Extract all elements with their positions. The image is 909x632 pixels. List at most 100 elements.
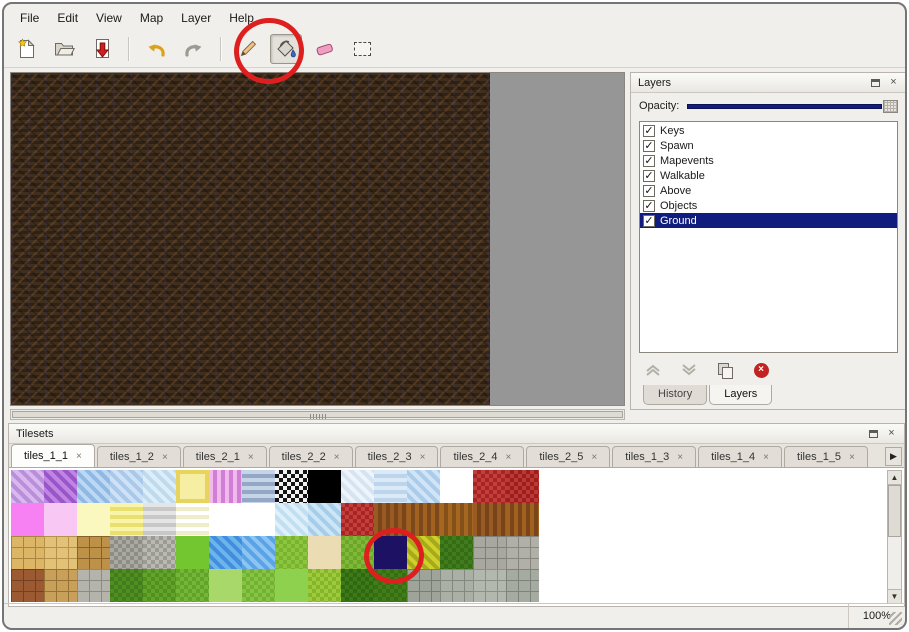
opacity-slider-handle[interactable] (883, 100, 898, 113)
palette-tile-57[interactable] (308, 569, 341, 602)
tileset-tab-tiles_1_1[interactable]: tiles_1_1× (11, 444, 95, 467)
palette-tile-53[interactable] (176, 569, 209, 602)
palette-tile-34[interactable] (77, 536, 110, 569)
select-tool-button[interactable] (346, 34, 378, 64)
scroll-up-button[interactable]: ▲ (888, 471, 901, 485)
new-file-button[interactable] (10, 34, 42, 64)
layer-delete-button[interactable]: × (751, 360, 771, 380)
menu-item-edit[interactable]: Edit (49, 8, 86, 28)
layer-visible-checkbox[interactable]: ✓ (643, 140, 655, 152)
layer-visible-checkbox[interactable]: ✓ (643, 200, 655, 212)
palette-tile-23[interactable] (242, 503, 275, 536)
palette-tile-33[interactable] (44, 536, 77, 569)
tileset-tab-tiles_1_5[interactable]: tiles_1_5× (784, 446, 868, 467)
eraser-tool-button[interactable] (308, 34, 340, 64)
palette-tile-47[interactable] (506, 536, 539, 569)
palette-tile-21[interactable] (176, 503, 209, 536)
palette-tile-61[interactable] (440, 569, 473, 602)
palette-tile-62[interactable] (473, 569, 506, 602)
palette-tile-42[interactable] (341, 536, 374, 569)
palette-tile-50[interactable] (77, 569, 110, 602)
tileset-tab-tiles_2_5[interactable]: tiles_2_5× (526, 446, 610, 467)
palette-tile-60[interactable] (407, 569, 440, 602)
palette-tile-32[interactable] (11, 536, 44, 569)
tab-close-icon[interactable]: × (334, 452, 340, 463)
palette-tile-31[interactable] (506, 503, 539, 536)
palette-tile-14[interactable] (473, 470, 506, 503)
pen-tool-button[interactable] (232, 34, 264, 64)
palette-tile-29[interactable] (440, 503, 473, 536)
opacity-slider-track[interactable] (687, 104, 882, 109)
palette-tile-12[interactable] (407, 470, 440, 503)
palette-tile-48[interactable] (11, 569, 44, 602)
open-button[interactable] (48, 34, 80, 64)
palette-tile-37[interactable] (176, 536, 209, 569)
layer-row-mapevents[interactable]: ✓Mapevents (640, 153, 897, 168)
layer-visible-checkbox[interactable]: ✓ (643, 170, 655, 182)
opacity-slider[interactable] (687, 98, 898, 114)
palette-tile-25[interactable] (308, 503, 341, 536)
palette-tile-18[interactable] (77, 503, 110, 536)
layer-row-keys[interactable]: ✓Keys (640, 123, 897, 138)
tileset-tab-tiles_1_3[interactable]: tiles_1_3× (612, 446, 696, 467)
menu-item-layer[interactable]: Layer (173, 8, 219, 28)
palette-tile-40[interactable] (275, 536, 308, 569)
tileset-tab-tiles_2_2[interactable]: tiles_2_2× (269, 446, 353, 467)
palette-tile-9[interactable] (308, 470, 341, 503)
layer-duplicate-button[interactable] (715, 360, 735, 380)
menu-item-help[interactable]: Help (221, 8, 262, 28)
scrollbar-thumb[interactable] (12, 411, 623, 418)
panel-tab-layers[interactable]: Layers (709, 385, 772, 405)
palette-tile-63[interactable] (506, 569, 539, 602)
undo-button[interactable] (140, 34, 172, 64)
tab-close-icon[interactable]: × (76, 451, 82, 462)
layer-visible-checkbox[interactable]: ✓ (643, 185, 655, 197)
palette-tile-20[interactable] (143, 503, 176, 536)
palette-tile-56[interactable] (275, 569, 308, 602)
tab-close-icon[interactable]: × (506, 452, 512, 463)
layer-visible-checkbox[interactable]: ✓ (643, 125, 655, 137)
palette-tile-17[interactable] (44, 503, 77, 536)
window-resize-grip[interactable] (889, 612, 902, 625)
layer-move-down-button[interactable] (679, 360, 699, 380)
tab-scroll-right-button[interactable]: ▶ (885, 447, 902, 466)
layer-visible-checkbox[interactable]: ✓ (643, 215, 655, 227)
scrollbar-thumb[interactable] (888, 485, 901, 537)
tileset-tab-tiles_1_2[interactable]: tiles_1_2× (97, 446, 181, 467)
palette-tile-52[interactable] (143, 569, 176, 602)
panel-tab-history[interactable]: History (643, 385, 707, 405)
palette-tile-15[interactable] (506, 470, 539, 503)
panel-close-button[interactable]: × (886, 75, 901, 90)
tab-close-icon[interactable]: × (763, 452, 769, 463)
tileset-tab-tiles_2_1[interactable]: tiles_2_1× (183, 446, 267, 467)
palette-tile-30[interactable] (473, 503, 506, 536)
palette-tile-55[interactable] (242, 569, 275, 602)
palette-tile-1[interactable] (44, 470, 77, 503)
tab-close-icon[interactable]: × (677, 452, 683, 463)
menu-item-map[interactable]: Map (132, 8, 171, 28)
palette-tile-4[interactable] (143, 470, 176, 503)
palette-tile-13[interactable] (440, 470, 473, 503)
palette-tile-7[interactable] (242, 470, 275, 503)
layer-row-above[interactable]: ✓Above (640, 183, 897, 198)
panel-dock-button[interactable] (868, 75, 883, 90)
palette-tile-8[interactable] (275, 470, 308, 503)
scroll-down-button[interactable]: ▼ (888, 589, 901, 603)
palette-tile-39[interactable] (242, 536, 275, 569)
tab-close-icon[interactable]: × (849, 452, 855, 463)
palette-tile-58[interactable] (341, 569, 374, 602)
map-horizontal-scrollbar[interactable] (10, 409, 625, 420)
map-viewport[interactable] (10, 72, 625, 406)
palette-tile-38[interactable] (209, 536, 242, 569)
tab-close-icon[interactable]: × (591, 452, 597, 463)
layer-visible-checkbox[interactable]: ✓ (643, 155, 655, 167)
palette-tile-59[interactable] (374, 569, 407, 602)
palette-tile-22[interactable] (209, 503, 242, 536)
palette-tile-27[interactable] (374, 503, 407, 536)
layer-row-spawn[interactable]: ✓Spawn (640, 138, 897, 153)
palette-tile-46[interactable] (473, 536, 506, 569)
palette-tile-51[interactable] (110, 569, 143, 602)
save-button[interactable] (86, 34, 118, 64)
palette-tile-36[interactable] (143, 536, 176, 569)
palette-tile-28[interactable] (407, 503, 440, 536)
